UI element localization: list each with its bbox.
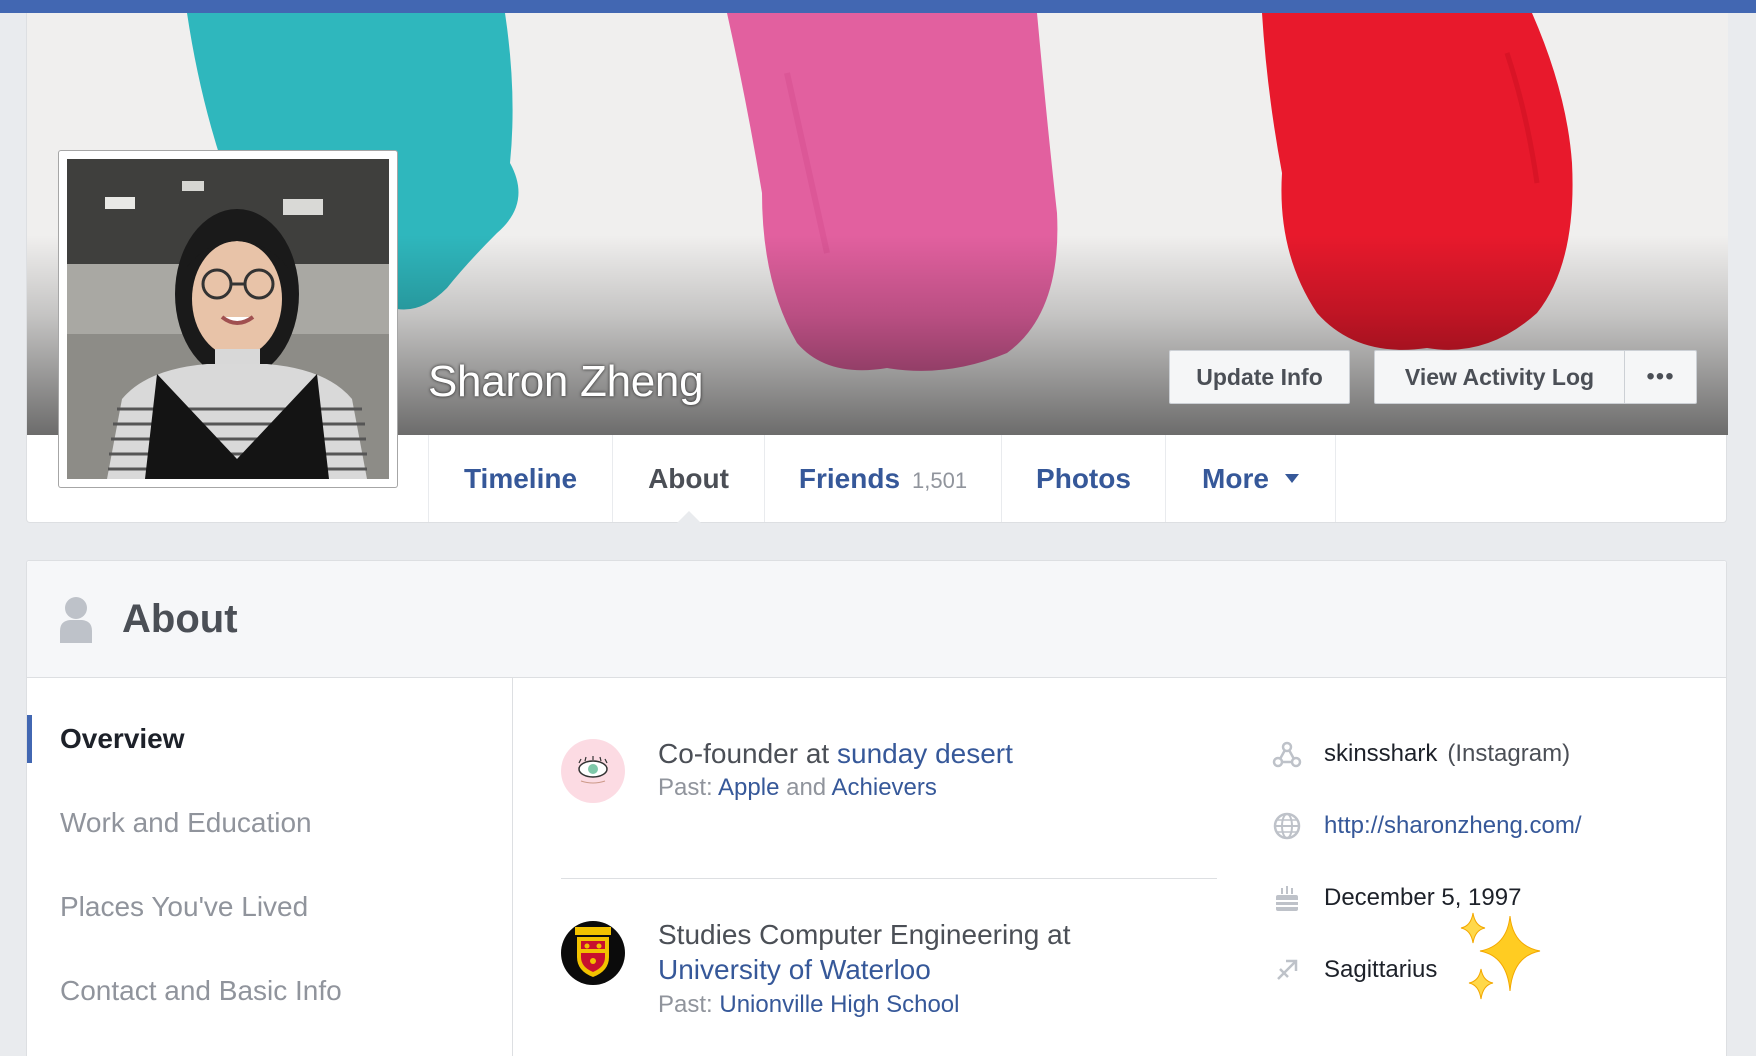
tab-label: Photos: [1036, 462, 1131, 494]
active-tab-pointer: [676, 511, 701, 523]
past-work-apple-link[interactable]: Apple: [718, 774, 779, 801]
tab-photos[interactable]: Photos: [1002, 435, 1166, 522]
website-link[interactable]: http://sharonzheng.com/: [1324, 812, 1581, 840]
past-label: Past:: [658, 774, 719, 801]
university-link[interactable]: University of Waterloo: [658, 952, 931, 987]
tab-timeline[interactable]: Timeline: [429, 435, 613, 522]
ellipsis-icon: •••: [1646, 363, 1675, 390]
tab-friends[interactable]: Friends 1,501: [765, 435, 1002, 522]
instagram-row: skinsshark (Instagram): [1270, 734, 1570, 774]
company-link[interactable]: sunday desert: [837, 738, 1013, 769]
about-section: About Overview Work and Education Places…: [26, 560, 1727, 1056]
more-options-button[interactable]: •••: [1624, 351, 1696, 403]
past-work: Past: Apple and Achievers: [658, 774, 937, 802]
profile-photo-image: [67, 159, 389, 479]
past-education: Past: Unionville High School: [658, 991, 960, 1019]
tab-label: Timeline: [463, 462, 578, 494]
profile-tabs: Timeline About Friends 1,501 Photos More: [428, 435, 1336, 523]
tab-about[interactable]: About: [613, 435, 765, 523]
birthday-date: December 5, 1997: [1324, 884, 1522, 911]
zodiac-sign: Sagittarius: [1324, 956, 1438, 983]
sidebar-item-contact-info[interactable]: Contact and Basic Info: [27, 967, 513, 1015]
sidebar-item-overview[interactable]: Overview: [27, 715, 513, 763]
sidebar-item-work-education[interactable]: Work and Education: [27, 799, 513, 847]
top-nav-bar: [0, 0, 1756, 13]
tab-label: More: [1202, 462, 1269, 494]
tab-more[interactable]: More: [1166, 435, 1336, 522]
eye-icon: [578, 756, 608, 784]
past-label: Past:: [658, 991, 720, 1018]
about-title: About: [122, 596, 238, 641]
friends-count: 1,501: [912, 467, 968, 493]
sparkles-emoji: [1460, 912, 1541, 1000]
instagram-icon: [1270, 737, 1304, 771]
work-prefix: Co-founder at: [658, 738, 837, 769]
past-work-achievers-link[interactable]: Achievers: [832, 774, 937, 801]
about-header: About: [27, 561, 1726, 678]
and-text: and: [779, 774, 832, 801]
globe-icon: [1270, 809, 1304, 843]
tab-label: About: [648, 462, 729, 494]
work-headline: Co-founder at sunday desert: [658, 736, 1013, 771]
sagittarius-arrow-icon: [1270, 953, 1304, 987]
caret-down-icon: [1284, 474, 1299, 483]
instagram-label: (Instagram): [1447, 740, 1571, 767]
activity-log-button-group: View Activity Log •••: [1374, 350, 1697, 404]
website-row: http://sharonzheng.com/: [1270, 806, 1581, 846]
about-sidebar: Overview Work and Education Places You'v…: [27, 678, 513, 1056]
cake-icon: [1270, 881, 1304, 915]
zodiac-row: Sagittarius: [1270, 950, 1437, 990]
person-icon: [60, 597, 92, 643]
education-prefix: Studies Computer Engineering at: [658, 919, 1071, 950]
profile-header: Sharon Zheng Update Info View Activity L…: [26, 13, 1728, 523]
view-activity-log-button[interactable]: View Activity Log: [1375, 351, 1624, 403]
profile-picture[interactable]: [58, 150, 398, 488]
update-info-button[interactable]: Update Info: [1169, 350, 1350, 404]
crest-icon: [575, 927, 611, 977]
past-school-link[interactable]: Unionville High School: [719, 991, 959, 1018]
instagram-handle[interactable]: skinsshark: [1324, 740, 1437, 768]
tab-label: Friends: [798, 462, 901, 494]
profile-name[interactable]: Sharon Zheng: [428, 357, 704, 407]
university-crest[interactable]: [561, 921, 625, 985]
divider: [561, 878, 1217, 879]
sidebar-item-places-lived[interactable]: Places You've Lived: [27, 883, 513, 931]
sunday-desert-logo[interactable]: [561, 739, 625, 803]
